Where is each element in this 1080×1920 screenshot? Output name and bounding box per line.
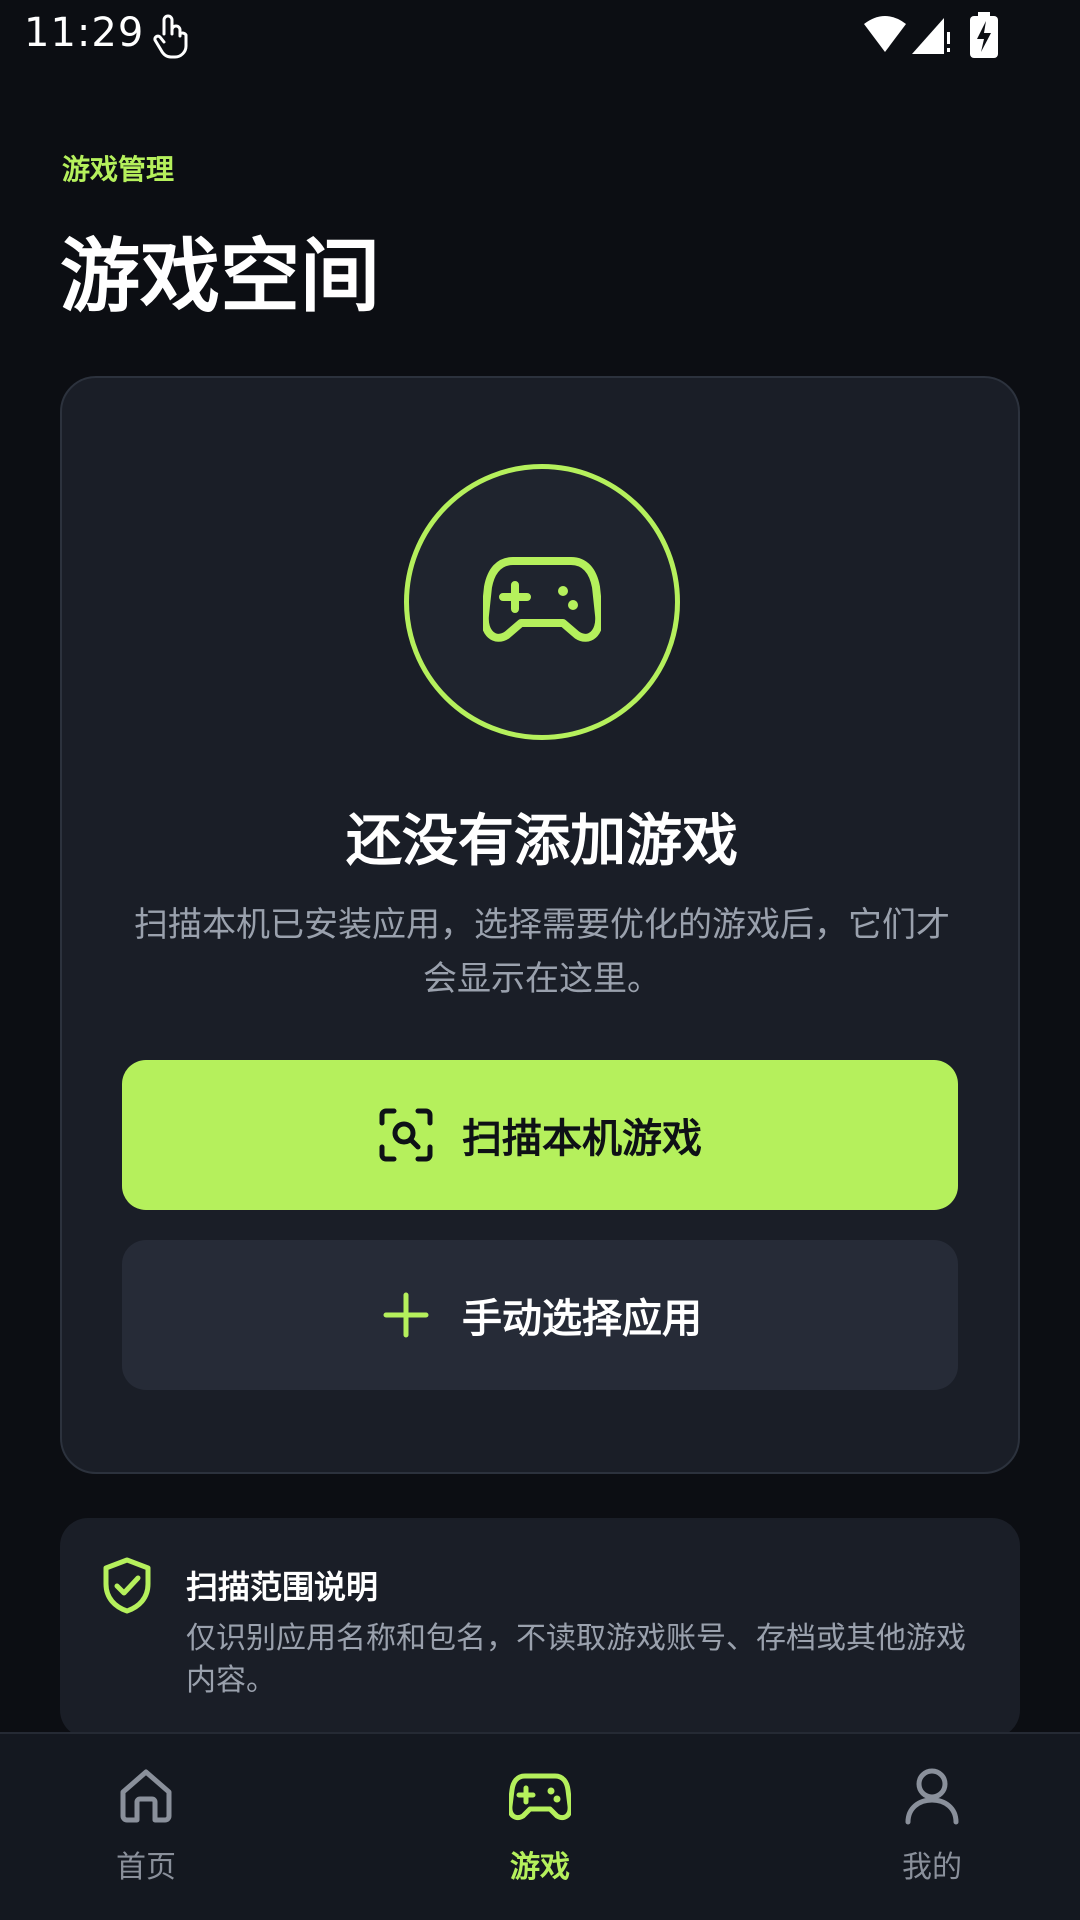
manual-select-label: 手动选择应用	[462, 1296, 702, 1342]
page-title: 游戏空间	[60, 230, 380, 323]
touch-icon	[153, 14, 188, 59]
gamepad-icon	[509, 1773, 571, 1821]
scan-scope-info-card: 扫描范围说明 仅识别应用名称和包名，不读取游戏账号、存档或其他游戏内容。	[60, 1518, 1020, 1738]
bottom-nav: 首页 游戏 我的	[0, 1732, 1080, 1920]
wifi-icon	[864, 16, 906, 52]
nav-label-games: 游戏	[510, 1850, 570, 1885]
empty-state-title: 还没有添加游戏	[346, 809, 738, 874]
nav-item-home[interactable]: 首页	[56, 1764, 236, 1894]
scan-games-label: 扫描本机游戏	[462, 1116, 702, 1162]
nav-label-me: 我的	[902, 1850, 962, 1885]
game-space-screen: 11:29 游戏管理 游戏空间 还没有添加游戏 扫描本机已安装应用，选择需要优化…	[0, 0, 1080, 1920]
plus-icon	[383, 1292, 429, 1338]
info-title: 扫描范围说明	[186, 1568, 379, 1606]
nav-label-home: 首页	[116, 1850, 176, 1885]
empty-state-description: 扫描本机已安装应用，选择需要优化的游戏后，它们才会显示在这里。	[134, 905, 950, 999]
empty-state-icon-circle	[404, 464, 680, 740]
info-description: 仅识别应用名称和包名，不读取游戏账号、存档或其他游戏内容。	[186, 1621, 966, 1698]
status-time: 11:29	[24, 10, 145, 56]
user-icon	[905, 1768, 959, 1825]
scan-games-button[interactable]: 扫描本机游戏	[122, 1060, 958, 1210]
empty-state-card: 还没有添加游戏 扫描本机已安装应用，选择需要优化的游戏后，它们才会显示在这里。 …	[60, 376, 1020, 1474]
section-label: 游戏管理	[62, 153, 175, 186]
battery-charging-icon	[970, 12, 998, 58]
signal-icon	[912, 18, 950, 54]
gamepad-icon	[483, 557, 601, 642]
manual-select-button[interactable]: 手动选择应用	[122, 1240, 958, 1390]
home-icon	[120, 1769, 172, 1823]
nav-item-me[interactable]: 我的	[842, 1764, 1022, 1894]
status-bar: 11:29	[0, 0, 1080, 72]
nav-item-games[interactable]: 游戏	[450, 1764, 630, 1894]
shield-check-icon	[103, 1557, 151, 1614]
scan-search-icon	[379, 1108, 433, 1162]
